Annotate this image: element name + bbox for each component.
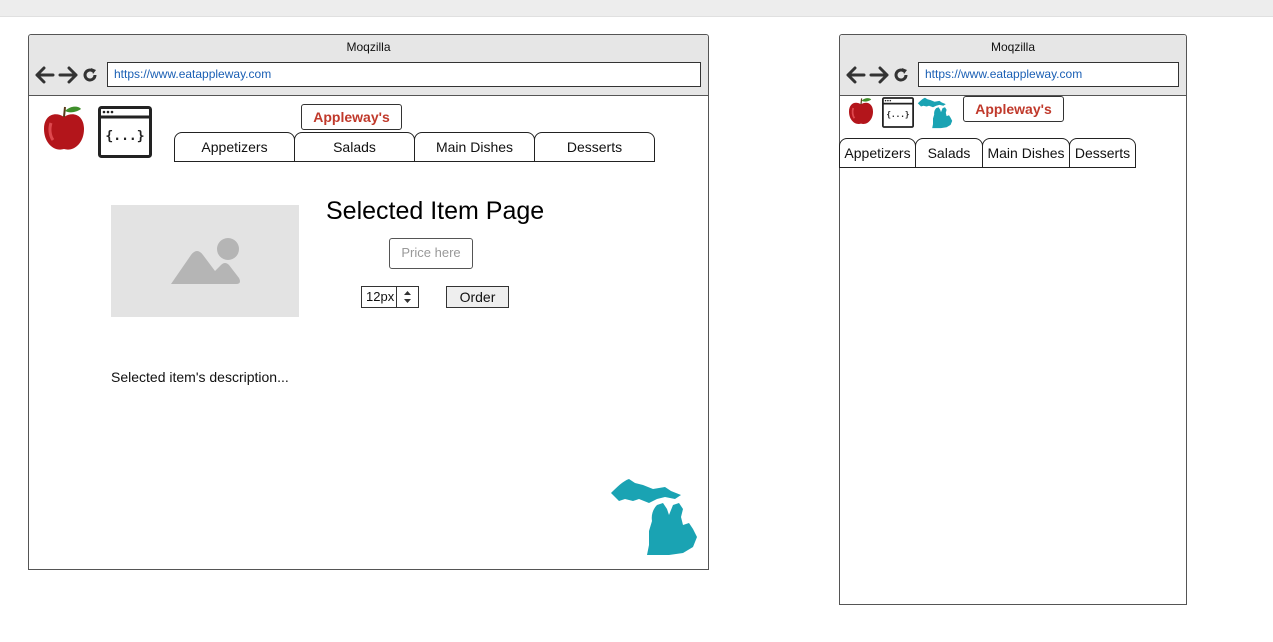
nav-controls (846, 66, 912, 84)
svg-text:{...}: {...} (105, 129, 144, 144)
item-image-placeholder (111, 205, 299, 317)
arrow-left-icon[interactable] (35, 66, 55, 84)
tab-desserts[interactable]: Desserts (1069, 138, 1136, 168)
tab-desserts[interactable]: Desserts (534, 132, 655, 162)
quantity-stepper[interactable]: 12px (361, 286, 419, 308)
quantity-value: 12px (366, 289, 395, 304)
michigan-map-icon (917, 97, 953, 129)
mobile-browser-window: Moqzilla https://www.eatappleway.com {..… (839, 34, 1187, 605)
arrow-right-icon[interactable] (869, 66, 889, 84)
svg-text:{...}: {...} (886, 110, 909, 119)
image-placeholder-icon (171, 238, 240, 284)
arrow-left-icon[interactable] (846, 66, 866, 84)
window-title: Moqzilla (346, 40, 391, 54)
category-tabs: Appetizers Salads Main Dishes Desserts (839, 138, 1136, 168)
page-title: Selected Item Page (326, 197, 545, 225)
tab-appetizers[interactable]: Appetizers (839, 138, 916, 168)
brand-logo[interactable]: Appleway's (963, 96, 1064, 122)
tab-main-dishes[interactable]: Main Dishes (982, 138, 1070, 168)
tab-appetizers[interactable]: Appetizers (174, 132, 295, 162)
code-window-icon: {...} (98, 106, 152, 158)
desktop-browser-window: Moqzilla https://www.eatappleway.com {..… (28, 34, 709, 570)
arrow-right-icon[interactable] (58, 66, 78, 84)
reload-icon[interactable] (892, 66, 912, 84)
top-bar (0, 0, 1273, 17)
michigan-map-icon (611, 479, 697, 555)
reload-icon[interactable] (81, 66, 101, 84)
nav-controls (35, 66, 101, 84)
url-field[interactable]: https://www.eatappleway.com (107, 62, 701, 87)
apple-icon (849, 98, 873, 124)
tab-salads[interactable]: Salads (294, 132, 415, 162)
browser-chrome: Moqzilla https://www.eatappleway.com (840, 35, 1186, 96)
stepper-spin-buttons[interactable] (396, 287, 418, 307)
brand-logo[interactable]: Appleway's (301, 104, 402, 130)
tab-salads[interactable]: Salads (915, 138, 983, 168)
code-window-icon: {...} (882, 97, 914, 128)
category-tabs: Appetizers Salads Main Dishes Desserts (174, 132, 655, 162)
tab-main-dishes[interactable]: Main Dishes (414, 132, 535, 162)
order-button[interactable]: Order (446, 286, 509, 308)
window-title: Moqzilla (990, 40, 1035, 54)
browser-chrome: Moqzilla https://www.eatappleway.com (29, 35, 708, 96)
url-field[interactable]: https://www.eatappleway.com (918, 62, 1179, 87)
price-field[interactable]: Price here (389, 238, 473, 269)
apple-icon (44, 106, 84, 150)
item-description: Selected item's description... (111, 369, 289, 385)
